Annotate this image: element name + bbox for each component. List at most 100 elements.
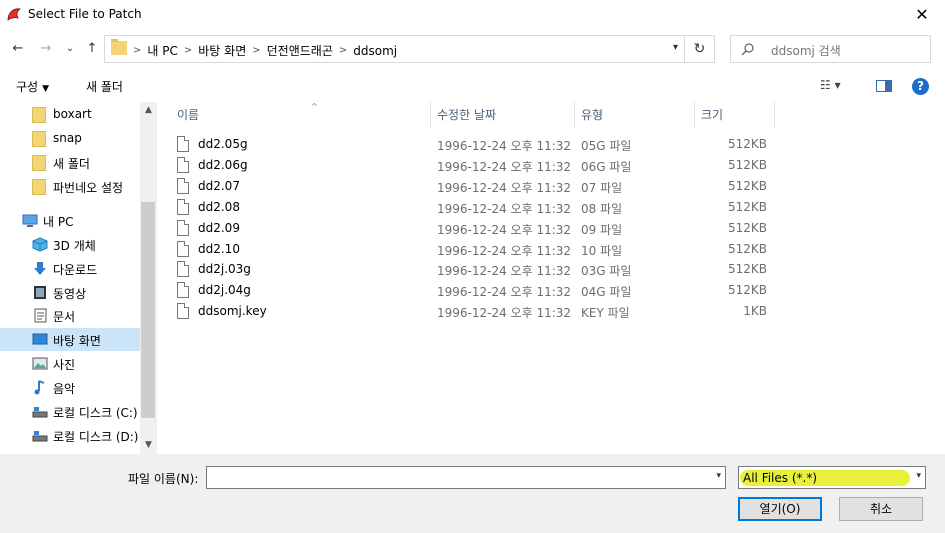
change-view-button[interactable]: ☷ ▾ — [820, 78, 841, 92]
file-type: 09 파일 — [581, 222, 623, 237]
file-date: 1996-12-24 오후 11:32 — [437, 285, 572, 300]
file-type: 03G 파일 — [581, 264, 632, 279]
breadcrumb-separator: > — [338, 45, 348, 56]
sidebar-item-label: 바탕 화면 — [53, 334, 101, 348]
file-icon — [177, 156, 189, 173]
address-bar[interactable]: > 내 PC > 바탕 화면 > 던전앤드래곤 > ddsomj ▾ — [104, 35, 685, 63]
new-folder-button[interactable]: 새 폴더 — [86, 78, 123, 95]
file-list[interactable]: 이름 ^ 수정한 날짜 유형 크기 dd2.05g 1996-12-24 오후 1… — [157, 102, 945, 454]
file-type: KEY 파일 — [581, 306, 630, 321]
filename-label: 파일 이름(N): — [128, 472, 199, 486]
open-button[interactable]: 열기(O) — [738, 497, 822, 521]
caret-down-icon: ▼ — [42, 84, 50, 94]
close-button[interactable]: ✕ — [899, 0, 945, 30]
chevron-down-icon[interactable]: ▾ — [916, 471, 921, 481]
folder-icon — [111, 39, 127, 55]
file-size: 512KB — [727, 262, 767, 277]
preview-pane-icon[interactable] — [876, 80, 892, 92]
pc-icon — [22, 213, 38, 228]
breadcrumb-item[interactable]: 바탕 화면 — [198, 42, 246, 59]
file-icon — [177, 177, 189, 194]
refresh-button[interactable]: ↻ — [685, 35, 715, 63]
file-name: ddsomj.key — [198, 304, 267, 319]
sidebar-item[interactable]: 바탕 화면 — [0, 328, 140, 351]
sidebar-item-label: snap — [53, 131, 82, 145]
file-name: dd2.05g — [198, 137, 248, 151]
chevron-down-icon[interactable]: ▾ — [716, 471, 721, 481]
sidebar-item[interactable]: 파번네오 설정 — [0, 175, 140, 198]
sidebar-item[interactable]: 문서 — [0, 304, 140, 327]
sidebar-item[interactable]: 로컬 디스크 (D:) — [0, 424, 140, 447]
breadcrumb-item[interactable]: 내 PC — [147, 42, 177, 59]
sidebar-item-label: boxart — [53, 107, 92, 121]
sidebar-item-label: 로컬 디스크 (D:) — [53, 430, 139, 444]
sidebar-item-label: 다운로드 — [53, 263, 98, 277]
column-header-date[interactable]: 수정한 날짜 — [431, 102, 575, 128]
file-name: dd2.10 — [198, 241, 240, 256]
file-row[interactable]: dd2.08 1996-12-24 오후 11:32 08 파일 512KB — [177, 197, 777, 218]
file-size: 1KB — [743, 304, 767, 319]
sidebar-item[interactable]: 새 폴더 — [0, 151, 140, 174]
command-bar: 구성 ▼ 새 폴더 ☷ ▾ ? — [0, 70, 945, 102]
file-size: 512KB — [727, 137, 767, 151]
nav-scrollbar[interactable]: ▲ ▼ — [140, 102, 157, 454]
file-icon — [177, 261, 189, 278]
sidebar-item[interactable]: 내 PC — [0, 209, 140, 232]
search-input[interactable]: ddsomj 검색 — [730, 35, 931, 63]
file-row[interactable]: dd2.07 1996-12-24 오후 11:32 07 파일 512KB — [177, 176, 777, 197]
file-name: dd2.06g — [198, 157, 248, 172]
scroll-down-icon[interactable]: ▼ — [140, 437, 157, 454]
recent-locations-button[interactable]: ⌄ — [60, 39, 80, 59]
download-icon — [32, 261, 48, 276]
file-size: 512KB — [727, 241, 767, 256]
file-type-select[interactable]: All Files (*.*) ▾ — [738, 466, 926, 489]
forward-button[interactable]: → — [36, 39, 56, 59]
sidebar-item[interactable]: 동영상 — [0, 281, 140, 304]
music-icon — [32, 380, 48, 395]
scrollbar-thumb[interactable] — [141, 202, 155, 418]
file-row[interactable]: dd2.05g 1996-12-24 오후 11:32 05G 파일 512KB — [177, 134, 777, 155]
scroll-up-icon[interactable]: ▲ — [140, 102, 157, 119]
sidebar-item[interactable]: snap — [0, 127, 140, 150]
file-row[interactable]: dd2.09 1996-12-24 오후 11:32 09 파일 512KB — [177, 218, 777, 239]
column-header-type[interactable]: 유형 — [575, 102, 695, 128]
file-row[interactable]: ddsomj.key 1996-12-24 오후 11:32 KEY 파일 1KB — [177, 301, 777, 322]
breadcrumb-item[interactable]: 던전앤드래곤 — [267, 42, 333, 59]
column-header-size[interactable]: 크기 — [695, 102, 775, 128]
help-button[interactable]: ? — [912, 78, 929, 95]
file-date: 1996-12-24 오후 11:32 — [437, 159, 572, 174]
sidebar-item[interactable]: 다운로드 — [0, 257, 140, 280]
filename-field[interactable]: ▾ — [206, 466, 726, 489]
file-row[interactable]: dd2j.04g 1996-12-24 오후 11:32 04G 파일 512KB — [177, 280, 777, 301]
organize-button[interactable]: 구성 ▼ — [16, 78, 49, 95]
cancel-button[interactable]: 취소 — [839, 497, 923, 521]
sidebar-item[interactable]: 음악 — [0, 376, 140, 399]
file-type: 08 파일 — [581, 201, 623, 216]
breadcrumb-separator: > — [133, 45, 142, 56]
file-icon — [177, 136, 189, 152]
navigation-pane[interactable]: boxart snap 새 폴더 파번네오 설정내 PC 3D 개체다운로드동영상 문서바… — [0, 102, 157, 454]
up-button[interactable]: ↑ — [82, 39, 102, 59]
breadcrumb-separator: > — [252, 45, 261, 56]
sidebar-item-label: 3D 개체 — [53, 239, 96, 253]
file-size: 512KB — [727, 157, 767, 172]
sidebar-item[interactable]: 3D 개체 — [0, 233, 140, 256]
breadcrumb-item[interactable]: ddsomj — [353, 44, 397, 58]
file-row[interactable]: dd2.06g 1996-12-24 오후 11:32 06G 파일 512KB — [177, 155, 777, 176]
video-icon — [32, 285, 48, 300]
chevron-down-icon[interactable]: ▾ — [673, 42, 678, 53]
file-name: dd2j.04g — [198, 283, 251, 298]
back-button[interactable]: ← — [8, 39, 28, 59]
folder-icon — [32, 131, 46, 147]
file-row[interactable]: dd2.10 1996-12-24 오후 11:32 10 파일 512KB — [177, 239, 777, 260]
file-row[interactable]: dd2j.03g 1996-12-24 오후 11:32 03G 파일 512KB — [177, 259, 777, 280]
file-date: 1996-12-24 오후 11:32 — [437, 201, 572, 216]
sidebar-item[interactable]: 사진 — [0, 352, 140, 375]
sidebar-item[interactable]: boxart — [0, 103, 140, 126]
sidebar-item[interactable]: 로컬 디스크 (C:) — [0, 400, 140, 423]
pictures-icon — [32, 356, 48, 371]
sidebar-item-label: 내 PC — [43, 215, 74, 229]
address-row: ← → ⌄ ↑ > 내 PC > 바탕 화면 > 던전앤드래곤 > ddsomj… — [0, 30, 945, 70]
sidebar-item-label: 음악 — [53, 382, 76, 396]
column-header-name[interactable]: 이름 ^ — [171, 102, 431, 128]
